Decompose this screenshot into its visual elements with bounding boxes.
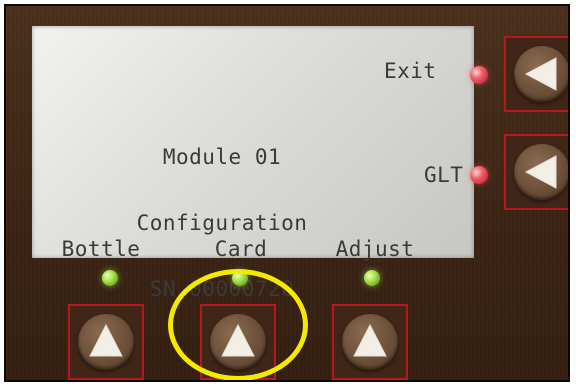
lcd-display: Exit GLT Module 01 Configuration SN 0000… <box>32 26 474 326</box>
exit-button-disc <box>514 46 568 102</box>
adjust-temp-button-disc <box>342 314 398 370</box>
adjust-temp-button[interactable] <box>332 304 408 380</box>
triangle-up-icon <box>89 323 123 357</box>
exit-button[interactable] <box>504 36 568 112</box>
triangle-left-icon <box>524 57 557 91</box>
exit-led <box>470 66 488 84</box>
exit-label: Exit <box>384 59 437 83</box>
softkey-label-line1: Card <box>214 237 268 261</box>
module-title: Module 01 <box>162 145 282 169</box>
adjust-temp-led <box>364 270 380 286</box>
glt-label: GLT <box>424 163 464 187</box>
bottle-light-button-disc <box>78 314 134 370</box>
highlight-circle <box>168 269 308 380</box>
triangle-up-icon <box>353 323 387 357</box>
softkey-label-line1: Bottle <box>61 237 141 261</box>
bottle-light-led <box>102 270 118 286</box>
glt-button-disc <box>514 144 568 200</box>
glt-led <box>470 166 488 184</box>
glt-button[interactable] <box>504 134 568 210</box>
triangle-left-icon <box>524 155 557 189</box>
control-panel: Exit GLT Module 01 Configuration SN 0000… <box>4 4 570 382</box>
bottle-light-button[interactable] <box>68 304 144 380</box>
softkey-label-line1: Adjust <box>335 237 415 261</box>
